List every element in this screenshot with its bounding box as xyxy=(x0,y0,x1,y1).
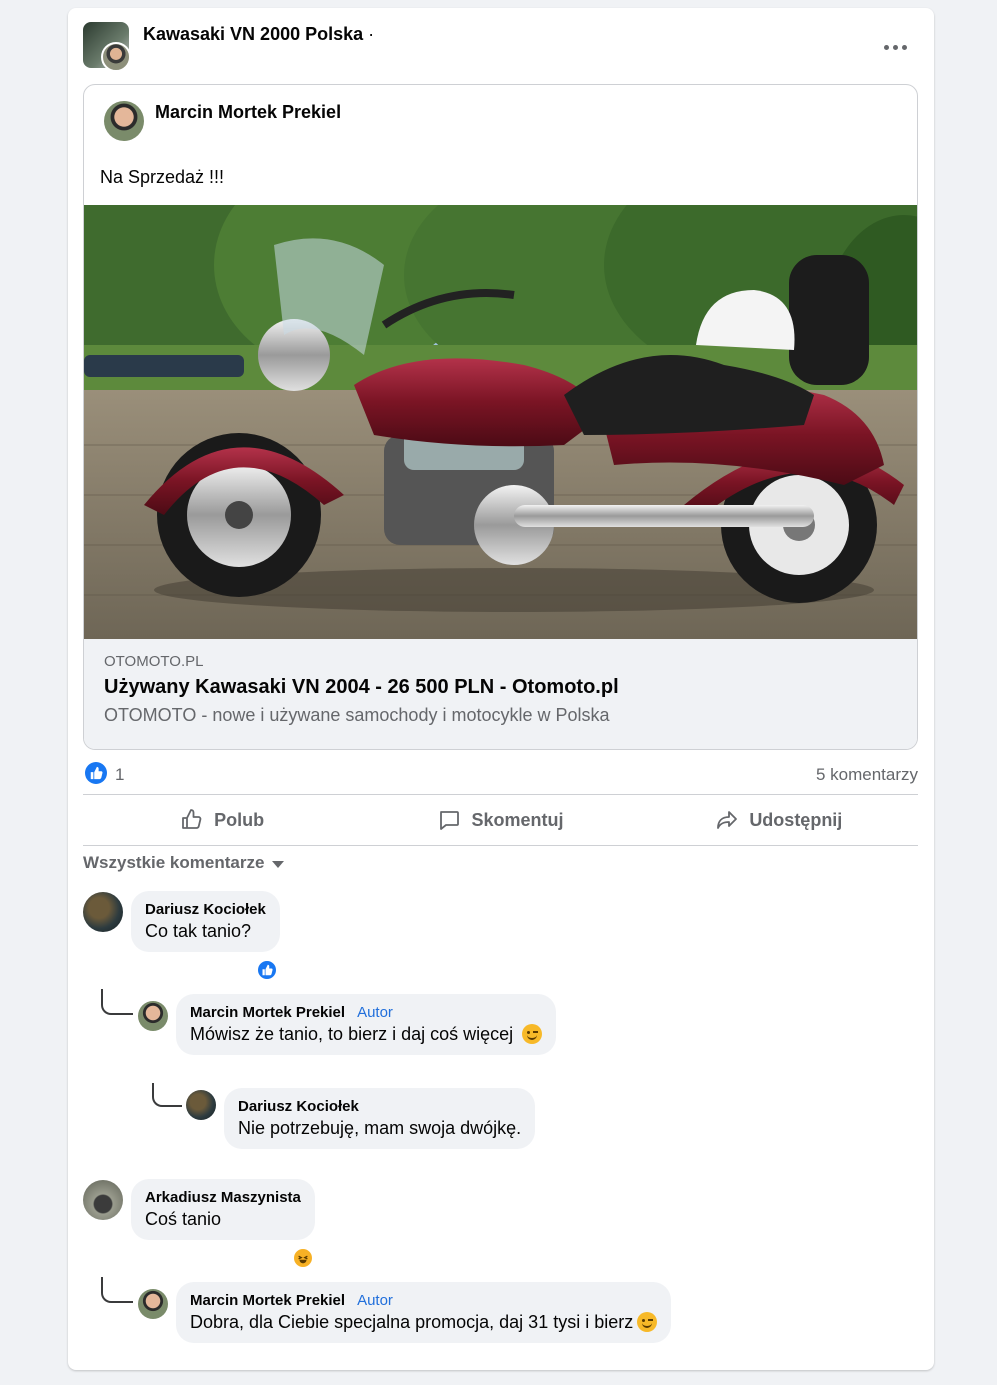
like-icon[interactable] xyxy=(256,959,278,981)
avatar[interactable] xyxy=(83,892,123,932)
sort-label: Wszystkie komentarze xyxy=(83,853,265,872)
separator-dot: · xyxy=(368,24,375,44)
link-title[interactable]: Używany Kawasaki VN 2004 - 26 500 PLN - … xyxy=(104,676,899,699)
author-name[interactable]: Marcin Mortek Prekiel xyxy=(155,102,341,123)
wink-emoji-icon xyxy=(522,1024,543,1044)
group-avatar[interactable] xyxy=(83,22,131,72)
author-badge: Autor xyxy=(357,1004,393,1021)
avatar[interactable] xyxy=(138,1289,168,1319)
avatar[interactable] xyxy=(186,1090,216,1120)
author-badge: Autor xyxy=(357,1292,393,1309)
share-button[interactable]: Udostępnij xyxy=(640,796,918,844)
divider xyxy=(83,794,918,795)
haha-icon[interactable] xyxy=(292,1247,314,1269)
caret-down-icon xyxy=(272,861,285,868)
comment-text: Nie potrzebuję, mam swoja dwójkę. xyxy=(238,1118,522,1138)
comment-bubble: Arkadiusz Maszynista Coś tanio xyxy=(131,1179,315,1240)
author-avatar[interactable] xyxy=(104,101,144,141)
comment-text-content: Mówisz że tanio, to bierz i daj coś więc… xyxy=(190,1024,514,1044)
avatar[interactable] xyxy=(83,1180,123,1220)
like-label: Polub xyxy=(214,809,265,830)
comment-author[interactable]: Arkadiusz Maszynista xyxy=(145,1189,301,1206)
share-icon xyxy=(717,811,738,829)
comment-text-content: Dobra, dla Ciebie specjalna promocja, da… xyxy=(190,1312,634,1332)
comment-text: Dobra, dla Ciebie specjalna promocja, da… xyxy=(190,1312,658,1333)
shared-post[interactable]: Marcin Mortek Prekiel Na Sprzedaż !!! OT… xyxy=(83,84,918,750)
group-name[interactable]: Kawasaki VN 2000 Polska · xyxy=(143,24,374,45)
comment-author[interactable]: Dariusz Kociołek xyxy=(145,901,266,918)
comment-count[interactable]: 5 komentarzy xyxy=(816,765,918,785)
avatar[interactable] xyxy=(138,1001,168,1031)
link-domain: OTOMOTO.PL xyxy=(104,653,204,670)
action-bar: Polub Skomentuj Udostępnij xyxy=(83,796,918,844)
reaction-count[interactable]: 1 xyxy=(115,765,124,785)
like-icon[interactable] xyxy=(85,762,107,784)
divider xyxy=(83,845,918,846)
comment-text: Co tak tanio? xyxy=(145,921,252,941)
reply-connector xyxy=(152,1083,182,1107)
comment-bubble: Dariusz Kociołek Co tak tanio? xyxy=(131,891,280,952)
motorcycle-photo[interactable] xyxy=(84,205,917,639)
comment-sort-dropdown[interactable]: Wszystkie komentarze xyxy=(83,853,285,873)
dot-icon xyxy=(883,44,889,50)
dot-icon xyxy=(892,44,898,50)
thumbs-up-icon xyxy=(182,809,202,829)
wink-emoji-icon xyxy=(637,1312,658,1332)
comment-text: Coś tanio xyxy=(145,1209,222,1229)
dot-icon xyxy=(901,44,907,50)
comment-label: Skomentuj xyxy=(471,809,564,830)
comment-author-name[interactable]: Marcin Mortek Prekiel xyxy=(190,1292,345,1309)
comment-author[interactable]: Marcin Mortek Prekiel Autor xyxy=(190,1292,657,1309)
author-avatar-small[interactable] xyxy=(101,42,131,72)
link-preview[interactable]: OTOMOTO.PL Używany Kawasaki VN 2004 - 26… xyxy=(84,639,917,749)
comment-bubble: Marcin Mortek Prekiel Autor Dobra, dla Ci… xyxy=(176,1282,672,1343)
reply-connector xyxy=(101,989,133,1015)
comment-bubble: Marcin Mortek Prekiel Autor Mówisz że tan… xyxy=(176,994,557,1055)
group-name-text[interactable]: Kawasaki VN 2000 Polska xyxy=(143,24,363,44)
post-header: Kawasaki VN 2000 Polska · xyxy=(83,22,913,72)
comment-author[interactable]: Dariusz Kociołek xyxy=(238,1098,521,1115)
comment-icon xyxy=(440,811,460,830)
comment-author-name[interactable]: Marcin Mortek Prekiel xyxy=(190,1004,345,1021)
post-text: Na Sprzedaż !!! xyxy=(100,167,225,187)
post-card: Kawasaki VN 2000 Polska · Marcin Mortek … xyxy=(68,8,934,1370)
motorcycle-image xyxy=(84,205,917,639)
like-button[interactable]: Polub xyxy=(83,796,361,844)
reactions-bar: 1 5 komentarzy xyxy=(83,762,918,786)
comment-text: Mówisz że tanio, to bierz i daj coś więc… xyxy=(190,1024,543,1045)
comment-author[interactable]: Marcin Mortek Prekiel Autor xyxy=(190,1004,542,1021)
link-description: OTOMOTO - nowe i używane samochody i mot… xyxy=(104,705,610,725)
reply-connector xyxy=(101,1277,133,1303)
comment-bubble: Dariusz Kociołek Nie potrzebuję, mam swo… xyxy=(224,1088,536,1149)
more-options-button[interactable] xyxy=(877,36,913,58)
comment-button[interactable]: Skomentuj xyxy=(361,796,639,844)
share-label: Udostępnij xyxy=(749,809,843,830)
